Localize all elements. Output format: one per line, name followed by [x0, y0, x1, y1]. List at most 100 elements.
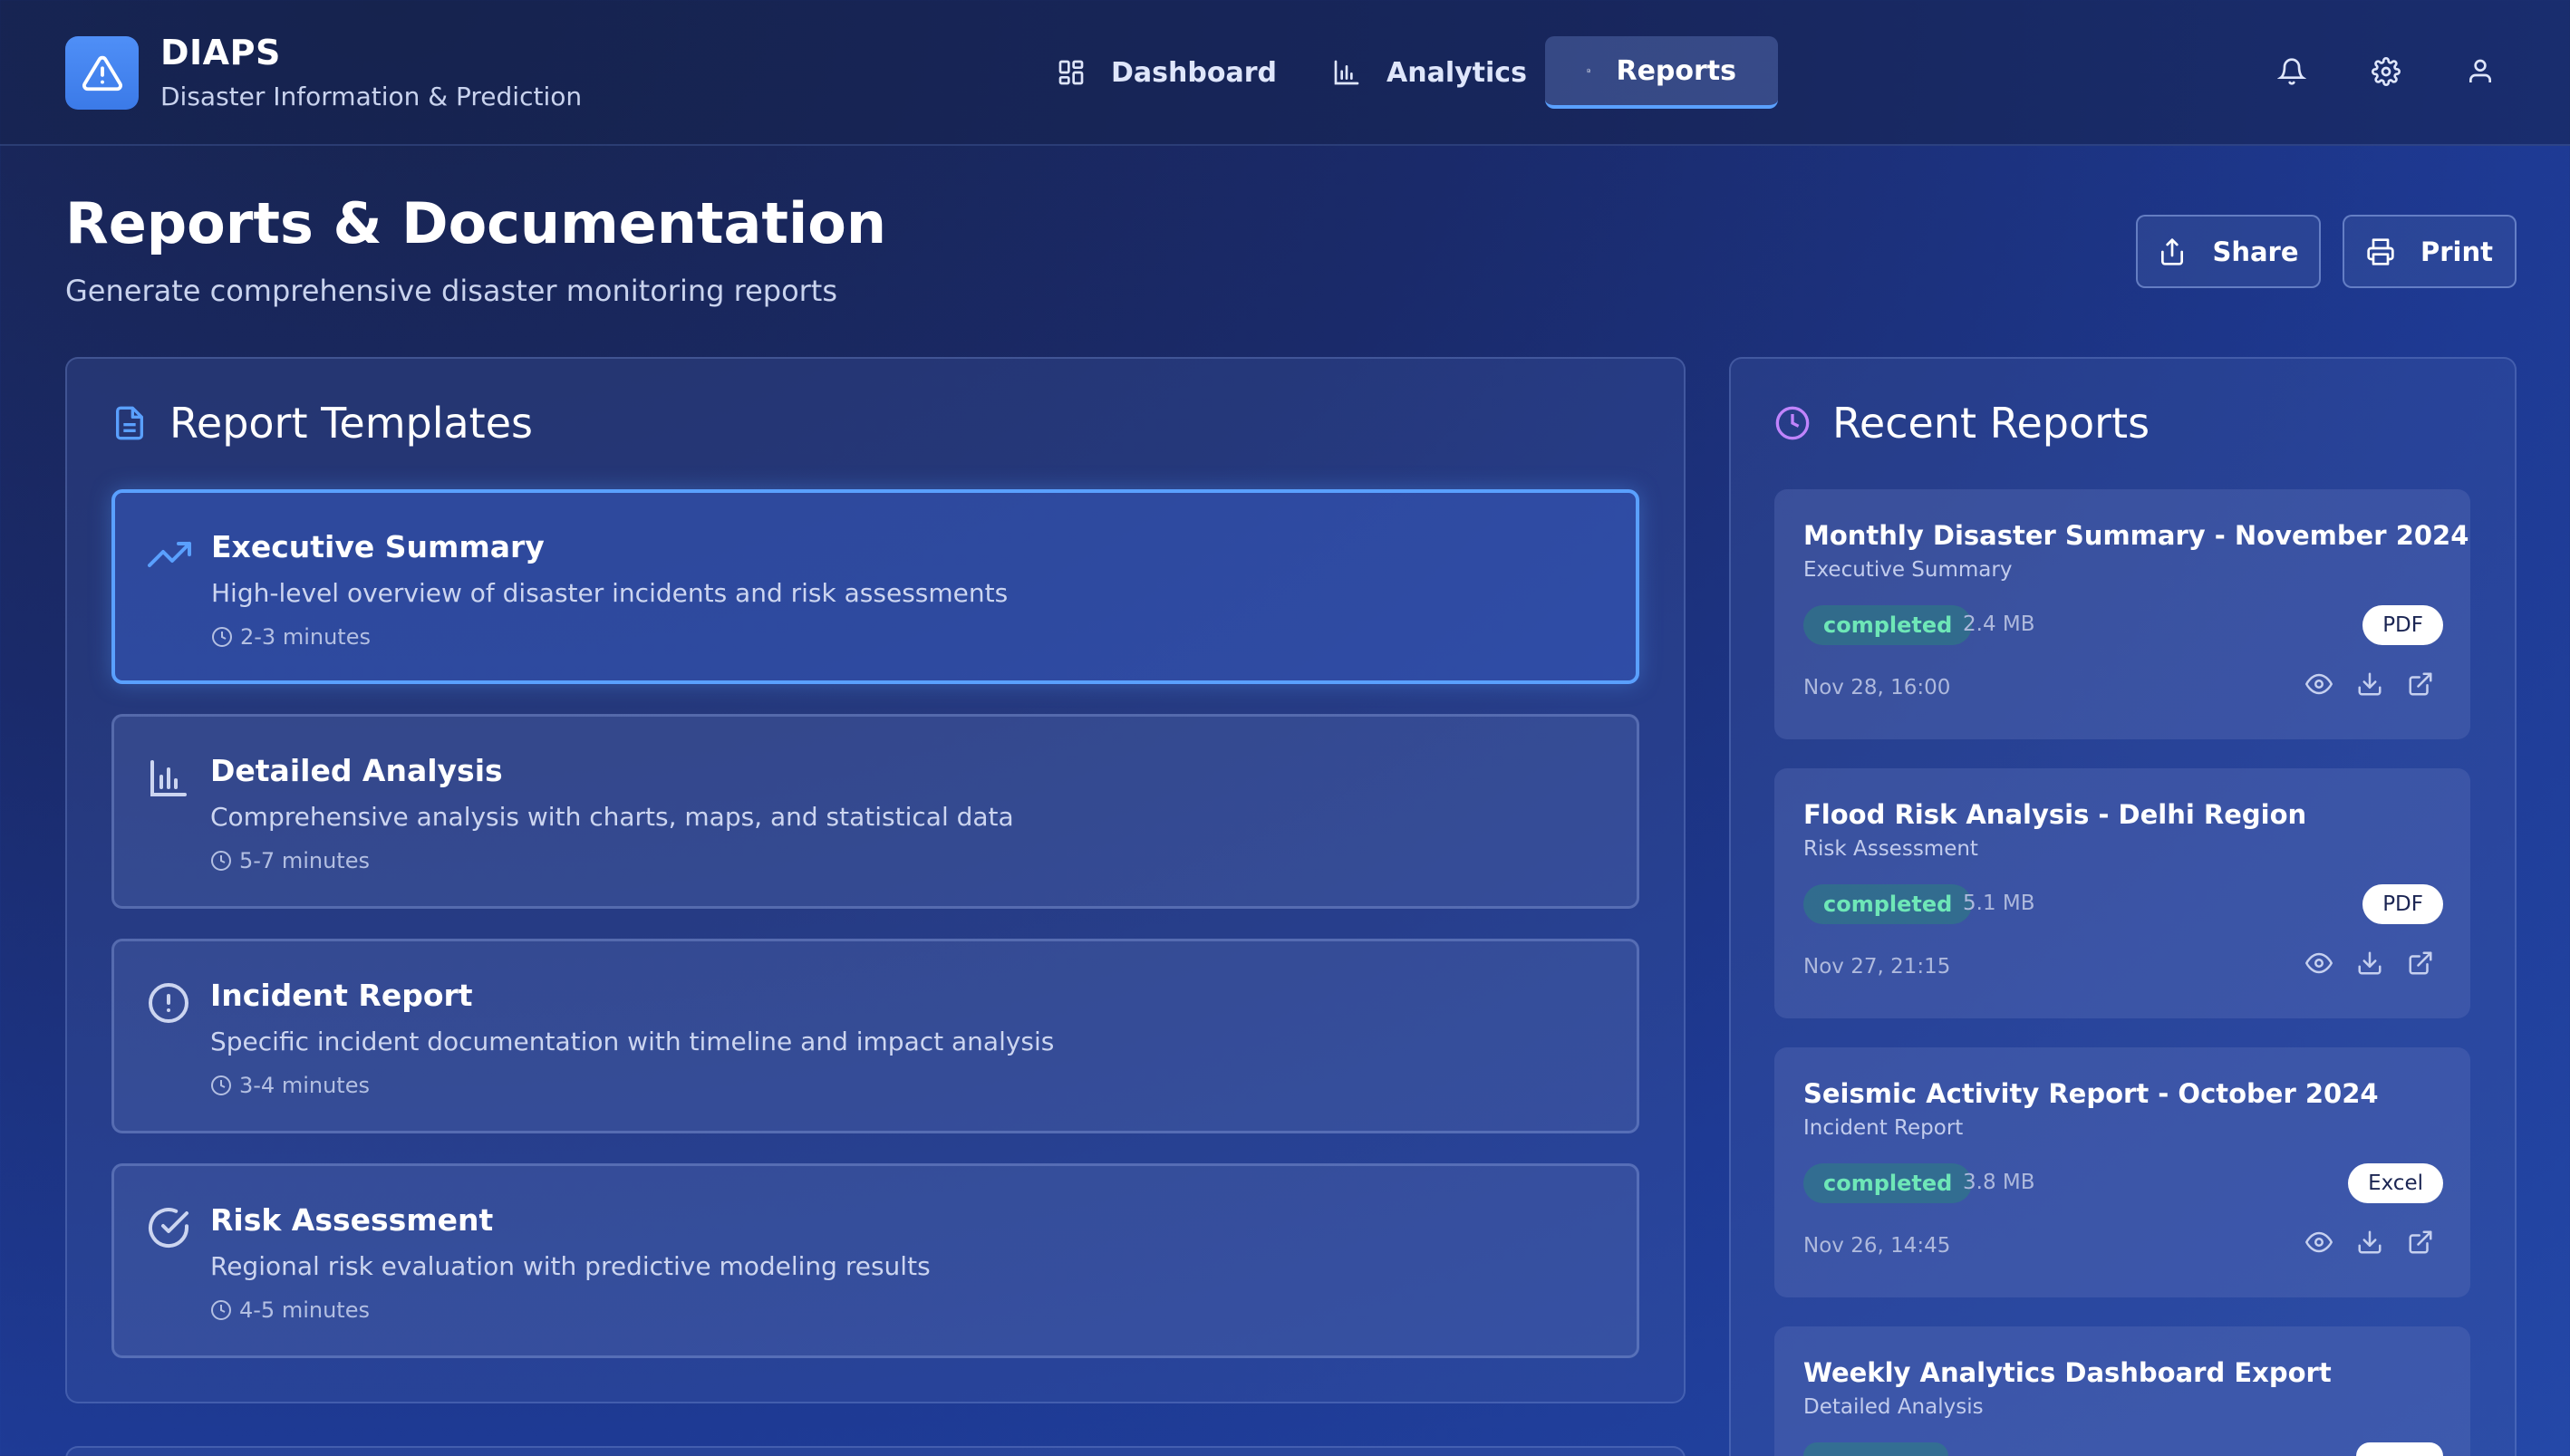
- bar-chart-icon: [1334, 60, 1359, 85]
- share-icon: [2161, 237, 2184, 265]
- nav-dashboard[interactable]: Dashboard: [1015, 36, 1319, 109]
- report-size: 5.1 MB: [1963, 892, 2035, 915]
- alert-circle-icon: [149, 983, 188, 1023]
- notifications-button[interactable]: [2273, 53, 2311, 91]
- template-description: Specific incident documentation with tim…: [210, 1027, 1055, 1056]
- format-badge: PDF: [2362, 884, 2443, 924]
- settings-button[interactable]: [2367, 53, 2405, 91]
- eye-icon: [2305, 1231, 2333, 1253]
- user-button[interactable]: [2461, 53, 2499, 91]
- eye-icon: [2305, 952, 2333, 974]
- report-title: Weekly Analytics Dashboard Export: [1803, 1357, 2332, 1388]
- template-duration: 2-3 minutes: [211, 624, 371, 650]
- clock-icon: [212, 627, 232, 647]
- next-panel: [65, 1446, 1686, 1456]
- grid-icon: [1058, 60, 1084, 85]
- template-duration-text: 3-4 minutes: [239, 1073, 370, 1098]
- report-size: 3.8 MB: [1963, 1171, 2035, 1194]
- open-external-button[interactable]: [2405, 669, 2436, 699]
- top-navbar: DIAPS Disaster Information & Prediction …: [0, 0, 2570, 146]
- nav-reports-label: Reports: [1616, 54, 1736, 87]
- template-duration: 5-7 minutes: [210, 848, 370, 873]
- report-date: Nov 27, 21:15: [1803, 955, 1951, 979]
- template-risk-assessment[interactable]: Risk Assessment Regional risk evaluation…: [111, 1163, 1639, 1358]
- report-size: 2.4 MB: [1963, 612, 2035, 636]
- bell-icon: [2277, 58, 2306, 85]
- document-icon: [115, 406, 143, 440]
- format-badge: Excel: [2348, 1163, 2443, 1203]
- share-button[interactable]: Share: [2136, 215, 2321, 288]
- template-title: Incident Report: [210, 978, 473, 1013]
- app-name: DIAPS: [160, 33, 281, 72]
- eye-icon: [2305, 673, 2333, 695]
- recent-reports-title: Recent Reports: [1774, 399, 2150, 448]
- format-badge: [2356, 1442, 2443, 1456]
- bar-chart-icon: [150, 760, 187, 796]
- report-title: Flood Risk Analysis - Delhi Region: [1803, 799, 2307, 830]
- template-description: High-level overview of disaster incident…: [211, 578, 1009, 608]
- check-circle-icon: [149, 1208, 188, 1248]
- report-card[interactable]: Monthly Disaster Summary - November 2024…: [1774, 489, 2470, 739]
- view-button[interactable]: [2304, 1227, 2334, 1258]
- recent-reports-label: Recent Reports: [1832, 399, 2150, 448]
- status-badge: [1803, 1442, 1948, 1456]
- download-button[interactable]: [2354, 669, 2385, 699]
- report-type: Incident Report: [1803, 1116, 1964, 1140]
- page-title: Reports & Documentation: [65, 190, 886, 256]
- template-title: Executive Summary: [211, 529, 545, 564]
- open-external-button[interactable]: [2405, 948, 2436, 979]
- clock-icon: [1775, 406, 1810, 440]
- printer-icon: [2367, 237, 2394, 265]
- download-button[interactable]: [2354, 1227, 2385, 1258]
- status-badge: completed: [1803, 1163, 1973, 1203]
- download-icon: [2358, 1230, 2382, 1254]
- print-button[interactable]: Print: [2343, 215, 2517, 288]
- clock-icon: [211, 1300, 231, 1320]
- external-link-icon: [2409, 1230, 2432, 1254]
- template-duration-text: 4-5 minutes: [239, 1297, 370, 1323]
- nav-analytics[interactable]: Analytics: [1290, 36, 1569, 109]
- report-card[interactable]: Flood Risk Analysis - Delhi Region Risk …: [1774, 768, 2470, 1018]
- trending-up-icon: [148, 542, 191, 567]
- template-incident-report[interactable]: Incident Report Specific incident docume…: [111, 939, 1639, 1133]
- template-title: Risk Assessment: [210, 1202, 494, 1238]
- report-templates-title: Report Templates: [111, 399, 533, 448]
- template-duration-text: 5-7 minutes: [239, 848, 370, 873]
- gear-icon: [2372, 57, 2401, 86]
- template-executive-summary[interactable]: Executive Summary High-level overview of…: [111, 489, 1639, 684]
- print-label: Print: [2420, 236, 2493, 267]
- logo[interactable]: [65, 36, 139, 110]
- nav-reports[interactable]: Reports: [1545, 36, 1778, 109]
- download-icon: [2358, 672, 2382, 696]
- clock-icon: [211, 1075, 231, 1095]
- report-title: Seismic Activity Report - October 2024: [1803, 1078, 2379, 1109]
- status-badge: completed: [1803, 884, 1973, 924]
- template-duration: 4-5 minutes: [210, 1297, 370, 1323]
- format-badge: PDF: [2362, 605, 2443, 645]
- status-badge: completed: [1803, 605, 1973, 645]
- report-title: Monthly Disaster Summary - November 2024: [1803, 520, 2469, 551]
- app-tagline: Disaster Information & Prediction: [160, 82, 583, 111]
- view-button[interactable]: [2304, 948, 2334, 979]
- template-duration-text: 2-3 minutes: [240, 624, 371, 650]
- document-icon: [1587, 68, 1590, 73]
- page-subtitle: Generate comprehensive disaster monitori…: [65, 274, 838, 308]
- template-description: Regional risk evaluation with predictive…: [210, 1251, 931, 1281]
- template-description: Comprehensive analysis with charts, maps…: [210, 802, 1014, 832]
- report-date: Nov 26, 14:45: [1803, 1234, 1951, 1258]
- external-link-icon: [2409, 951, 2432, 975]
- external-link-icon: [2409, 672, 2432, 696]
- share-label: Share: [2212, 236, 2299, 267]
- view-button[interactable]: [2304, 669, 2334, 699]
- report-card[interactable]: Weekly Analytics Dashboard Export Detail…: [1774, 1326, 2470, 1456]
- nav-analytics-label: Analytics: [1386, 56, 1527, 89]
- open-external-button[interactable]: [2405, 1227, 2436, 1258]
- alert-triangle-icon: [82, 55, 122, 91]
- template-detailed-analysis[interactable]: Detailed Analysis Comprehensive analysis…: [111, 714, 1639, 909]
- report-type: Risk Assessment: [1803, 837, 1978, 861]
- template-title: Detailed Analysis: [210, 753, 503, 788]
- template-duration: 3-4 minutes: [210, 1073, 370, 1098]
- report-card[interactable]: Seismic Activity Report - October 2024 I…: [1774, 1047, 2470, 1297]
- download-button[interactable]: [2354, 948, 2385, 979]
- download-icon: [2358, 951, 2382, 975]
